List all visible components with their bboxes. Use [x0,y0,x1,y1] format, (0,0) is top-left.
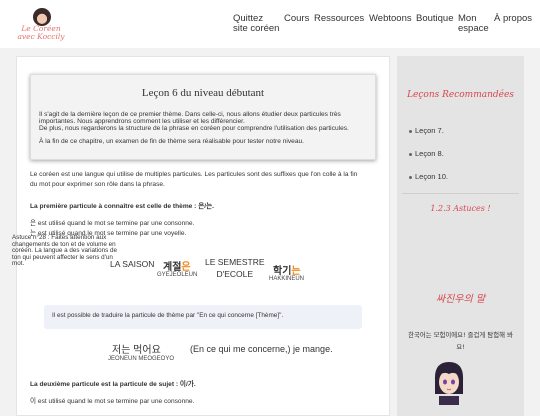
lesson-intro-paragraph-1: Il s'agit de la dernière leçon de ce pre… [39,111,341,125]
rule-subject-consonant: 이 est utilisé quand le mot se termine pa… [30,398,195,405]
translation-note-text: Il est possible de traduire la particule… [52,312,284,319]
lesson-intro-text: Il s'agit de la dernière leçon de ce pre… [39,111,369,145]
logo-line-2: avec Koccily [17,32,65,41]
nav-webtoons[interactable]: Webtoons [369,14,412,24]
character-avatar [434,362,464,405]
nav-quittez[interactable]: Quittez site coréen [233,14,279,34]
rule-consonant: 은 est utilisé quand le mot se termine pa… [30,220,195,227]
nav-quittez-line-2: site coréen [233,23,280,34]
lesson-intro-paragraph-2: De plus, nous regarderons la structure d… [39,125,349,132]
recommended-item-lecon-8[interactable]: Leçon 8. [409,149,444,158]
particles-intro-line-1: Le coréen est une langue qui utilise de … [30,171,358,178]
korean-quote-heading: 싸진우의 말 [435,294,486,305]
nav-boutique[interactable]: Boutique [416,14,454,24]
tip-text: Astuce n°28 : Faites attention aux chang… [12,234,118,267]
example-3-korean: 저는 먹어요 [112,345,161,356]
recommended-item-lecon-7[interactable]: Leçon 7. [409,126,444,135]
bullet-icon [409,175,412,179]
recommended-item-lecon-10[interactable]: Leçon 10. [409,172,448,181]
nav-ressources[interactable]: Ressources [314,14,364,24]
site-logo[interactable]: Le Coréen avec Koccily [8,8,74,44]
example-2-romanization: HAKKINEUN [269,276,305,282]
lesson-intro-box: Leçon 6 du niveau débutant Il s'agit de … [30,74,376,160]
nav-mon-espace[interactable]: Mon espace [458,14,489,34]
recommended-item-label: Leçon 8. [415,149,444,158]
nav-cours[interactable]: Cours [284,14,309,24]
bullet-icon [409,152,412,156]
recommended-item-label: Leçon 10. [415,172,448,181]
example-2-french-line-1: LE SEMESTRE [205,257,265,267]
example-2-french-line-2: D'ECOLE [216,269,254,279]
second-particle-heading: La deuxième particule est la particule d… [30,381,196,388]
example-2-french: LE SEMESTRE D'ECOLE [205,256,265,280]
sidebar-divider [402,193,519,194]
particles-intro-line-2: du mot pour exprimer son rôle dans la ph… [30,181,165,188]
example-3-translation: (En ce qui me concerne,) je mange. [190,344,333,354]
lesson-title: Leçon 6 du niveau débutant [141,87,265,99]
tips-heading: 1.2.3 Astuces ! [430,204,491,213]
recommended-heading: Leçons Recommandées [407,90,514,100]
example-1-romanization: GYEJEOLEUN [157,272,198,278]
site-header: Le Coréen avec Koccily Quittez site coré… [0,0,540,48]
recommended-item-label: Leçon 7. [415,126,444,135]
korean-quote-text: 한국어는 모험이에요! 즐겁게 탐험해 봐요! [408,331,513,351]
example-3-romanization: JEONEUN MEOGEOYO [108,356,175,362]
logo-text: Le Coréen avec Koccily [8,25,74,41]
nav-mon-espace-line-2: espace [458,23,489,34]
translation-note: Il est possible de traduire la particule… [44,305,362,329]
bullet-icon [409,129,412,133]
lesson-intro-paragraph-3: À la fin de ce chapitre, un examen de fi… [39,138,305,145]
nav-a-propos[interactable]: À propos [494,14,532,24]
first-particle-heading: La première particule à connaître est ce… [30,203,215,210]
particles-intro-paragraph: Le coréen est une langue qui utilise de … [30,170,378,190]
